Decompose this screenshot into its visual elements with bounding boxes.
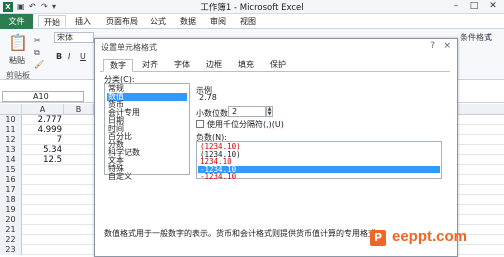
paste-label[interactable]: 粘贴 xyxy=(9,55,25,66)
dialog-title: 设置单元格格式 xyxy=(101,43,157,52)
row-number[interactable]: 21 xyxy=(0,225,22,235)
tab-font[interactable]: 字体 xyxy=(168,59,196,72)
tab-data[interactable]: 数据 xyxy=(176,15,200,28)
watermark: eeppt.com xyxy=(370,228,500,250)
tab-insert[interactable]: 插入 xyxy=(70,15,96,28)
column-header-a[interactable]: A xyxy=(22,104,64,115)
row-number[interactable]: 17 xyxy=(0,185,22,195)
cell-a[interactable]: 7 xyxy=(22,135,64,145)
ppt-logo-icon xyxy=(370,230,386,246)
cell-a[interactable] xyxy=(22,215,64,225)
cell-a[interactable]: 2.777 xyxy=(22,115,64,125)
dialog-title-bar: 设置单元格格式 ? × xyxy=(95,39,457,54)
format-painter-icon[interactable]: 🖌 xyxy=(34,60,44,69)
cell-a[interactable]: 12.5 xyxy=(22,155,64,165)
decimal-spinner[interactable]: ▲ ▼ xyxy=(266,106,273,117)
sum-icon[interactable]: Σ xyxy=(486,33,491,42)
select-all-corner[interactable] xyxy=(0,104,22,115)
tab-border[interactable]: 边框 xyxy=(200,59,228,72)
help-icon[interactable]: ? xyxy=(430,41,435,51)
row-number[interactable]: 20 xyxy=(0,215,22,225)
row-number[interactable]: 14 xyxy=(0,155,22,165)
cell-a[interactable]: 4.999 xyxy=(22,125,64,135)
title-bar: X ▣ ↶ ↷ ▾ 工作簿1 - Microsoft Excel – □ ✕ xyxy=(0,0,504,14)
negative-option[interactable]: -1234.10 xyxy=(198,173,440,181)
cell-a[interactable] xyxy=(22,225,64,235)
spin-down-icon[interactable]: ▼ xyxy=(267,112,272,117)
watermark-text: eeppt.com xyxy=(392,228,468,245)
underline-button[interactable]: U xyxy=(80,52,86,61)
row-number[interactable]: 13 xyxy=(0,145,22,155)
row-number[interactable]: 15 xyxy=(0,165,22,175)
name-box[interactable]: A10 xyxy=(2,91,84,102)
cell-a[interactable]: 5.34 xyxy=(22,145,64,155)
cell-a[interactable] xyxy=(22,165,64,175)
format-cells-dialog: 设置单元格格式 ? × 数字 对齐 字体 边框 填充 保护 分类(C): 常规数… xyxy=(94,38,458,257)
tab-formulas[interactable]: 公式 xyxy=(146,15,170,28)
minimize-icon[interactable]: – xyxy=(447,0,465,13)
tab-view[interactable]: 视图 xyxy=(236,15,260,28)
negative-option[interactable]: (1234.10) xyxy=(198,150,440,159)
copy-icon[interactable]: ⧉ xyxy=(34,48,40,58)
tab-alignment[interactable]: 对齐 xyxy=(136,59,164,72)
tab-fill[interactable]: 填充 xyxy=(232,59,260,72)
sample-value: 2.78 xyxy=(199,93,217,102)
row-number[interactable]: 12 xyxy=(0,135,22,145)
row-number[interactable]: 10 xyxy=(0,115,22,125)
row-number[interactable]: 23 xyxy=(0,245,22,255)
category-item[interactable]: 自定义 xyxy=(107,173,187,181)
font-name-box[interactable]: 宋体 xyxy=(54,32,94,43)
negative-numbers-list[interactable]: (1234.10) (1234.10) 1234.10 -1234.10 -1234.1… xyxy=(196,141,442,181)
excel-window: X ▣ ↶ ↷ ▾ 工作簿1 - Microsoft Excel – □ ✕ 文… xyxy=(0,0,504,257)
row-number[interactable]: 18 xyxy=(0,195,22,205)
cell-a[interactable] xyxy=(22,205,64,215)
cell-a[interactable] xyxy=(22,185,64,195)
restore-icon[interactable]: □ xyxy=(465,0,483,13)
cut-icon[interactable]: ✂ xyxy=(34,36,41,45)
bold-button[interactable]: B xyxy=(56,52,62,61)
cell-a[interactable] xyxy=(22,245,64,255)
tab-review[interactable]: 审阅 xyxy=(206,15,230,28)
row-number[interactable]: 22 xyxy=(0,235,22,245)
row-number[interactable]: 16 xyxy=(0,175,22,185)
format-description: 数值格式用于一般数字的表示。货币和会计格式则提供货币值计算的专用格式。 xyxy=(104,229,384,238)
cell-a[interactable] xyxy=(22,235,64,245)
tab-home[interactable]: 开始 xyxy=(38,15,66,28)
tab-file[interactable]: 文件 xyxy=(0,14,33,29)
cell-a[interactable] xyxy=(22,175,64,185)
decimal-places-input[interactable]: 2 xyxy=(228,106,266,117)
window-title: 工作簿1 - Microsoft Excel xyxy=(200,3,304,13)
category-list[interactable]: 常规 数值 货币 会计专用 日期 时间 百分比 分数 科学记数 文本 特殊 自定义 xyxy=(104,83,190,181)
italic-button[interactable]: I xyxy=(68,52,70,61)
row-number[interactable]: 11 xyxy=(0,125,22,135)
thousands-separator-label[interactable]: 使用千位分隔符(,)(U) xyxy=(207,119,284,130)
tab-number[interactable]: 数字 xyxy=(103,59,133,72)
dialog-tabs: 数字 对齐 字体 边框 填充 保护 xyxy=(100,59,450,72)
cell-a[interactable] xyxy=(22,195,64,205)
tab-protection[interactable]: 保护 xyxy=(264,59,292,72)
close-window-icon[interactable]: ✕ xyxy=(484,0,502,13)
thousands-separator-checkbox[interactable] xyxy=(196,120,204,128)
paste-icon[interactable]: 📋 xyxy=(8,33,28,52)
column-header-b[interactable]: B xyxy=(64,104,94,115)
ribbon-tabs: 文件 开始 插入 页面布局 公式 数据 审阅 视图 xyxy=(0,14,504,29)
tab-page-layout[interactable]: 页面布局 xyxy=(102,15,142,28)
row-number[interactable]: 19 xyxy=(0,205,22,215)
clipboard-group-label: 剪贴板 xyxy=(6,71,30,80)
close-icon[interactable]: × xyxy=(443,41,451,51)
